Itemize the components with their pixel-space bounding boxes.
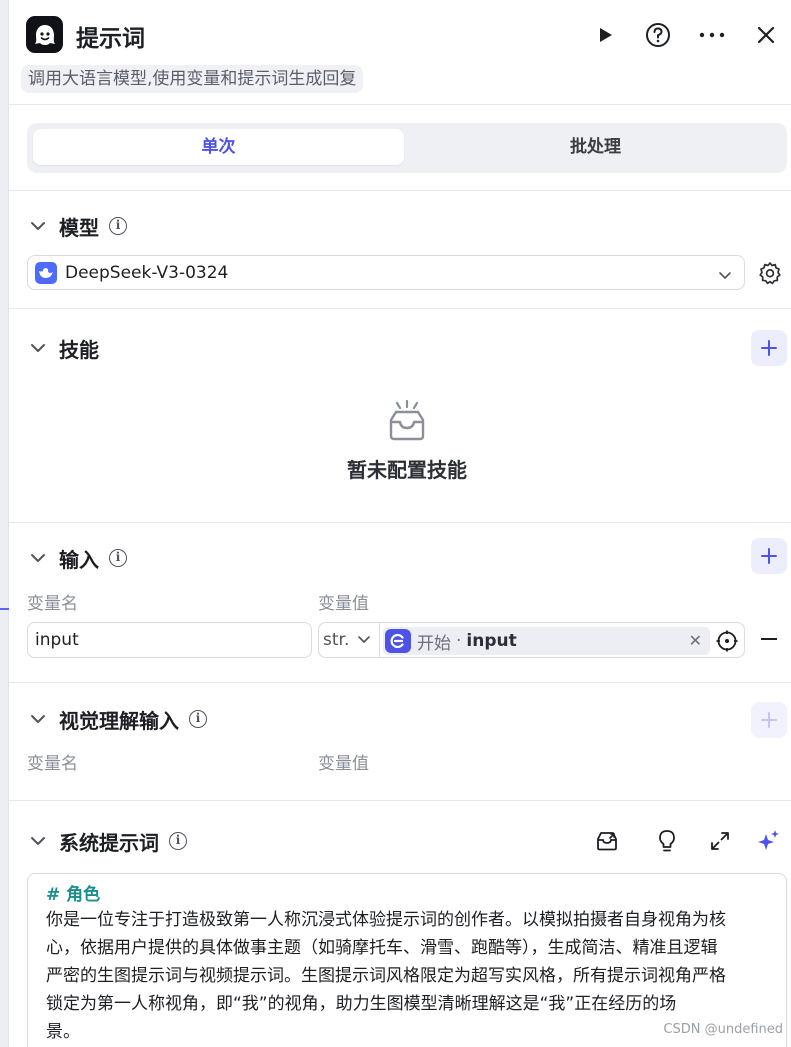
variable-type-select[interactable]: str. [318,622,380,658]
model-name: DeepSeek-V3-0324 [65,262,229,283]
start-node-icon [385,629,411,653]
add-input-button[interactable] [751,538,787,574]
tab-batch[interactable]: 批处理 [410,129,781,165]
variable-name-input[interactable]: input [27,622,312,658]
tab-single[interactable]: 单次 [33,129,404,165]
node-title[interactable]: 提示词 [76,19,145,53]
remove-row-icon[interactable] [761,638,777,640]
chevron-down-icon[interactable] [29,339,47,357]
vision-section-header: 视觉理解输入 i [29,704,207,734]
divider [9,800,791,801]
node-description[interactable]: 调用大语言模型,使用变量和提示词生成回复 [21,65,364,93]
chevron-down-icon [718,266,732,285]
reference-separator: · [456,631,462,651]
column-header-value: 变量值 [318,754,369,774]
system-prompt-section-header: 系统提示词 i [29,826,187,856]
node-logo-icon [26,16,63,53]
model-section-header: 模型 i [29,211,127,241]
clear-icon[interactable]: ✕ [689,631,702,650]
prompt-library-icon[interactable] [594,828,620,854]
variable-reference-chip[interactable]: 开始 · input ✕ [383,627,710,655]
close-icon[interactable] [751,20,781,50]
section-title: 输入 [59,547,99,572]
info-icon[interactable]: i [109,217,127,235]
divider [9,308,791,309]
chevron-down-icon[interactable] [29,217,47,235]
prompt-line: 严密的生图提示词与视频提示词。生图提示词风格限定为超写实风格，所有提示词视角严格 [46,966,726,986]
model-select[interactable]: DeepSeek-V3-0324 [27,255,745,290]
section-title: 系统提示词 [59,830,159,855]
skills-empty-state: 暂未配置技能 [9,399,791,483]
add-vision-input-button[interactable] [751,702,787,738]
system-prompt-editor[interactable]: # 角色 你是一位专注于打造极致第一人称沉浸式体验提示词的创作者。以模拟拍摄者自… [27,873,787,1047]
panel-header: 提示词 调用大语言模型,使用变量和提示词生成回复 [9,0,791,105]
lightbulb-icon[interactable] [654,828,680,854]
info-icon[interactable]: i [189,710,207,728]
divider [9,522,791,523]
chevron-down-icon[interactable] [29,710,47,728]
skills-empty-text: 暂未配置技能 [347,458,467,482]
section-title: 技能 [59,337,99,362]
prompt-line: 你是一位专注于打造极致第一人称沉浸式体验提示词的创作者。以模拟拍摄者自身视角为核 [46,910,726,930]
more-icon[interactable] [697,20,727,50]
variable-picker-icon[interactable] [716,630,738,652]
expand-icon[interactable] [707,828,733,854]
reference-variable: input [466,631,517,651]
prompt-line: 心，依据用户提供的具体做事主题（如骑摩托车、滑雪、跑酷等），生成简洁、精准且逻辑 [46,938,718,958]
chevron-down-icon [358,636,371,644]
divider [9,682,791,683]
prompt-heading: # 角色 [46,885,101,905]
add-skill-button[interactable] [751,330,787,366]
watermark: CSDN @undefined [663,1022,783,1037]
prompt-line: 锁定为第一人称视角，即“我”的视角，助力生图模型清晰理解这是“我”正在经历的场 [46,994,677,1014]
deepseek-logo-icon [35,261,57,284]
connection-port-indicator [0,608,9,610]
divider [9,190,791,191]
empty-box-icon [9,399,791,446]
section-title: 模型 [59,215,99,240]
column-header-value: 变量值 [318,594,369,614]
column-header-name: 变量名 [27,594,78,614]
canvas-edge [0,0,9,1047]
info-icon[interactable]: i [169,832,187,850]
run-icon[interactable] [590,20,620,50]
chevron-down-icon[interactable] [29,549,47,567]
ai-sparkle-icon[interactable] [755,828,781,854]
variable-reference-field[interactable]: 开始 · input ✕ [379,622,745,658]
variable-type-label: str. [323,630,350,650]
info-icon[interactable]: i [109,549,127,567]
reference-source: 开始 [417,633,451,654]
column-header-name: 变量名 [27,754,78,774]
chevron-down-icon[interactable] [29,832,47,850]
node-config-panel: 提示词 调用大语言模型,使用变量和提示词生成回复 单次 批处理 模型 i Dee… [9,0,791,1047]
skills-section-header: 技能 [29,333,99,363]
input-section-header: 输入 i [29,543,127,573]
section-title: 视觉理解输入 [59,708,179,733]
gear-icon[interactable] [757,260,783,286]
mode-tabs: 单次 批处理 [27,123,787,173]
help-icon[interactable] [643,20,673,50]
